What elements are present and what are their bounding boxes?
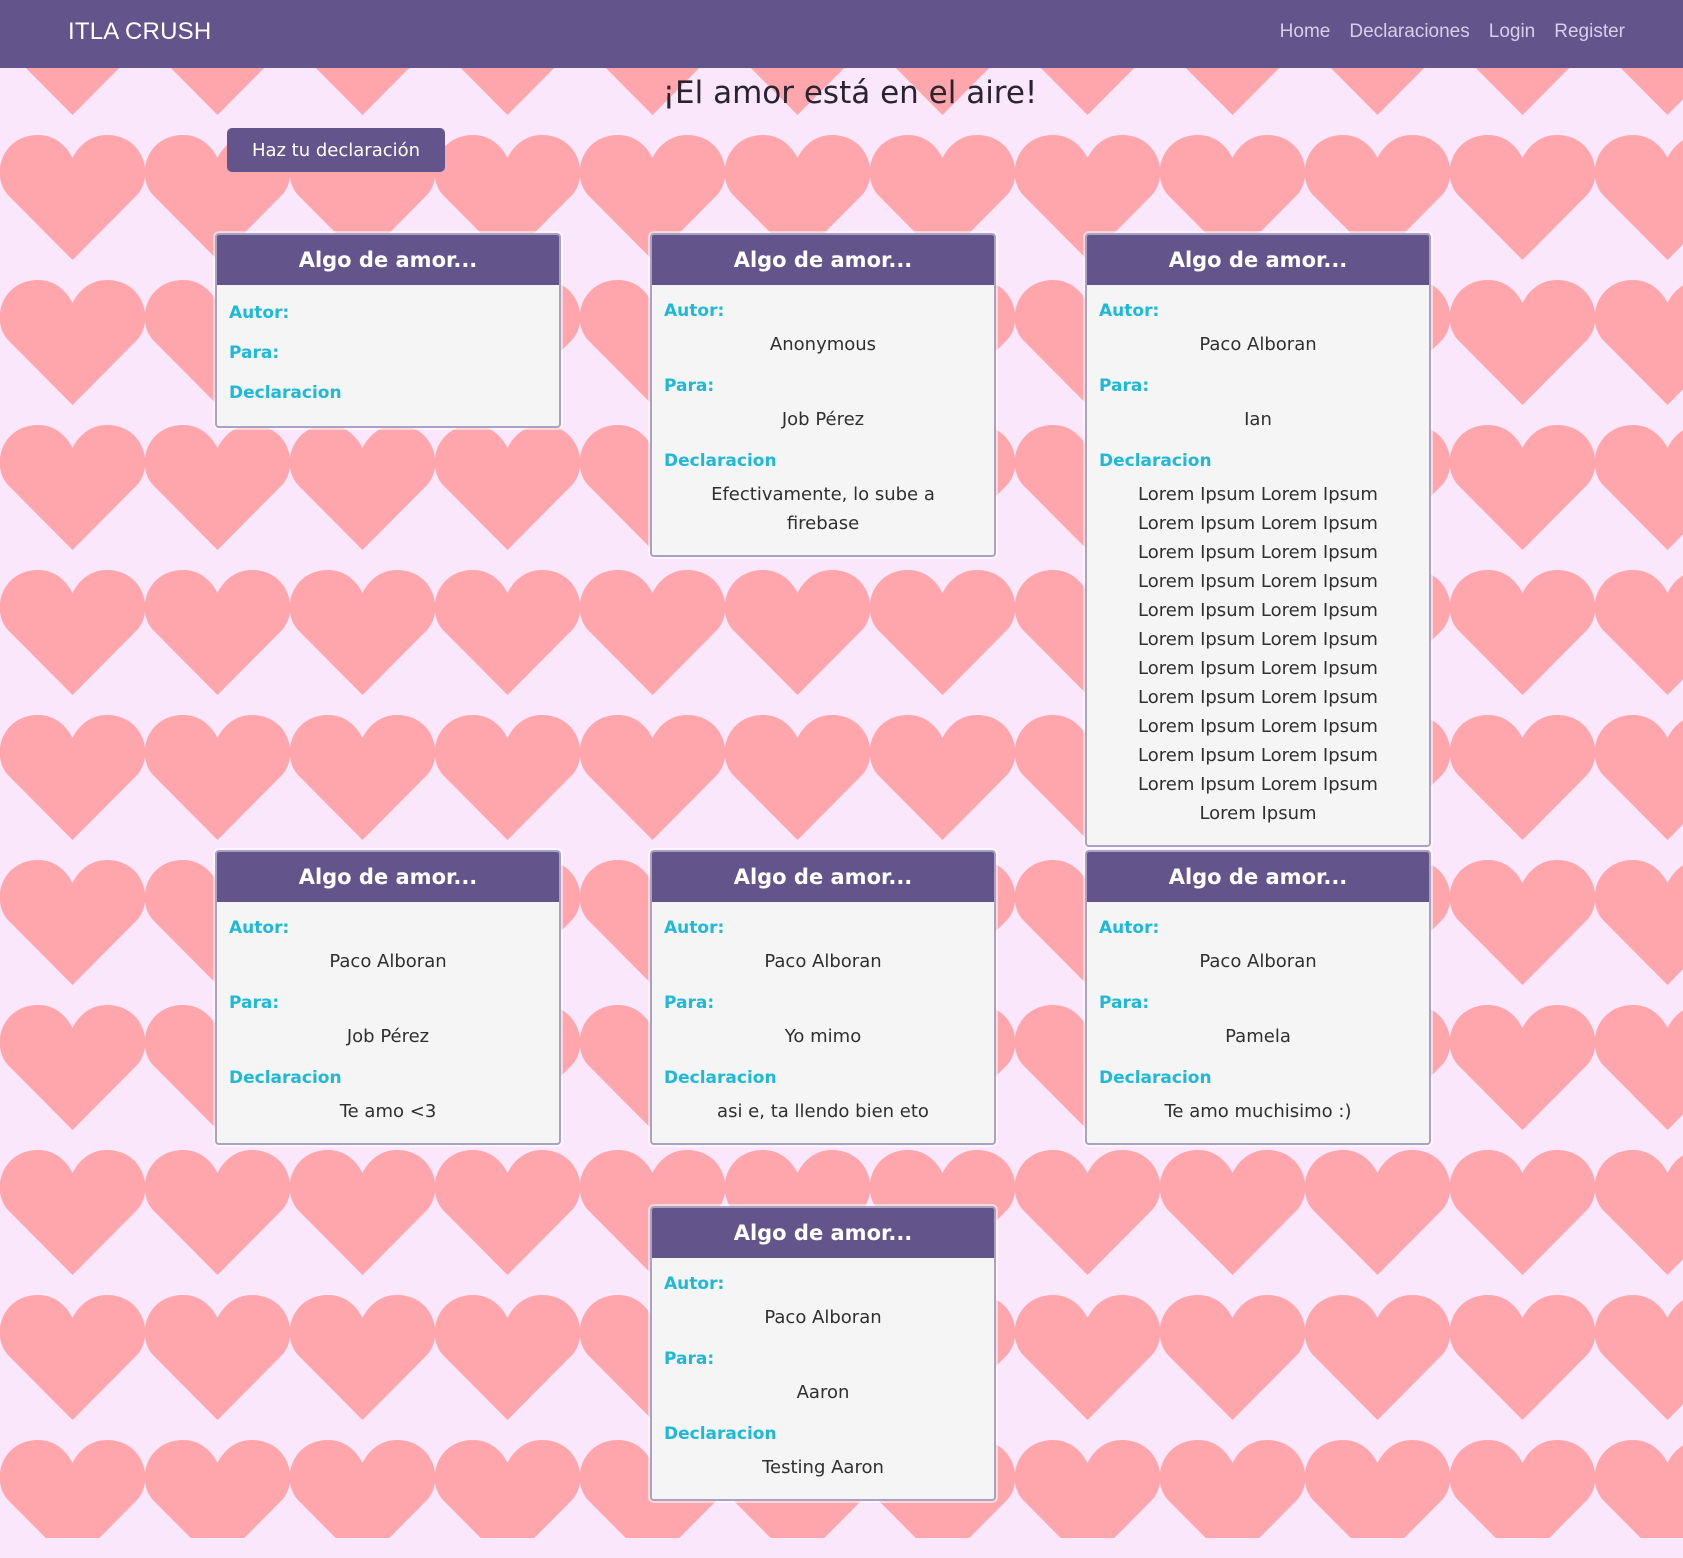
autor-value: Paco Alboran [329, 951, 447, 972]
para-label: Para: [664, 1349, 715, 1369]
declaration-card: Algo de amor... Autor: Paco Alboran Para… [650, 850, 996, 1145]
card-title: Algo de amor... [652, 235, 994, 285]
card-title: Algo de amor... [652, 852, 994, 902]
declaracion-value: Lorem Ipsum Lorem Ipsum Lorem Ipsum Lore… [1138, 484, 1378, 824]
para-label: Para: [664, 376, 715, 396]
autor-value: Paco Alboran [764, 1307, 882, 1328]
card-title: Algo de amor... [652, 1208, 994, 1258]
declaracion-value: Te amo <3 [339, 1101, 437, 1122]
autor-value: Paco Alboran [1199, 951, 1317, 972]
nav-link-register[interactable]: Register [1554, 21, 1625, 43]
para-label: Para: [229, 343, 280, 363]
nav-link-login[interactable]: Login [1489, 21, 1536, 43]
nav-links: Home Declaraciones Login Register [1280, 21, 1625, 43]
para-label: Para: [1099, 993, 1150, 1013]
para-value: Ian [1244, 409, 1272, 430]
page-title: ¡El amor está en el aire! [662, 75, 1038, 111]
para-label: Para: [664, 993, 715, 1013]
autor-value: Paco Alboran [1199, 334, 1317, 355]
card-body: Autor: Paco Alboran Para: Job Pérez Decl… [217, 902, 559, 1143]
autor-value: Paco Alboran [764, 951, 882, 972]
declaration-card: Algo de amor... Autor: Anonymous Para: J… [650, 233, 996, 557]
make-declaration-button[interactable]: Haz tu declaración [227, 128, 445, 172]
declaracion-label: Declaracion [664, 1424, 777, 1444]
declaracion-label: Declaracion [1099, 451, 1212, 471]
declaracion-label: Declaracion [664, 451, 777, 471]
brand-logo[interactable]: ITLA CRUSH [68, 18, 211, 46]
card-body: Autor: Paco Alboran Para: Yo mimo Declar… [652, 902, 994, 1143]
declaracion-label: Declaracion [1099, 1068, 1212, 1088]
declaration-card: Algo de amor... Autor: Paco Alboran Para… [650, 1206, 996, 1501]
card-body: Autor: Anonymous Para: Job Pérez Declara… [652, 285, 994, 555]
card-title: Algo de amor... [217, 235, 559, 285]
card-title: Algo de amor... [217, 852, 559, 902]
card-body: Autor: Paco Alboran Para: Ian Declaracio… [1087, 285, 1429, 845]
nav-link-home[interactable]: Home [1280, 21, 1331, 43]
declaration-card: Algo de amor... Autor: Para: Declaracion [215, 233, 561, 428]
declaracion-value: Te amo muchisimo :) [1164, 1101, 1352, 1122]
declaracion-value: Efectivamente, lo sube a firebase [711, 484, 935, 534]
para-value: Yo mimo [784, 1026, 862, 1047]
card-body: Autor: Paco Alboran Para: Pamela Declara… [1087, 902, 1429, 1143]
autor-label: Autor: [1099, 301, 1160, 321]
declaration-card: Algo de amor... Autor: Paco Alboran Para… [1085, 233, 1431, 847]
card-body: Autor: Para: Declaracion [217, 285, 559, 426]
declaracion-label: Declaracion [664, 1068, 777, 1088]
autor-label: Autor: [664, 918, 725, 938]
declaracion-label: Declaracion [229, 1068, 342, 1088]
nav-link-declaraciones[interactable]: Declaraciones [1349, 21, 1469, 43]
autor-label: Autor: [664, 301, 725, 321]
autor-label: Autor: [229, 918, 290, 938]
para-label: Para: [1099, 376, 1150, 396]
para-value: Job Pérez [346, 1026, 430, 1047]
para-label: Para: [229, 993, 280, 1013]
card-title: Algo de amor... [1087, 852, 1429, 902]
para-value: Pamela [1225, 1026, 1291, 1047]
autor-label: Autor: [1099, 918, 1160, 938]
card-body: Autor: Paco Alboran Para: Aaron Declarac… [652, 1258, 994, 1499]
declaracion-label: Declaracion [229, 383, 342, 403]
autor-value: Anonymous [769, 334, 877, 355]
top-navbar: ITLA CRUSH Home Declaraciones Login Regi… [0, 0, 1683, 68]
autor-label: Autor: [664, 1274, 725, 1294]
autor-label: Autor: [229, 303, 290, 323]
card-title: Algo de amor... [1087, 235, 1429, 285]
para-value: Job Pérez [781, 409, 865, 430]
declaracion-value: asi e, ta llendo bien eto [717, 1101, 929, 1122]
para-value: Aaron [796, 1382, 850, 1403]
declaration-card: Algo de amor... Autor: Paco Alboran Para… [215, 850, 561, 1145]
declaracion-value: Testing Aaron [762, 1457, 884, 1478]
declaration-card: Algo de amor... Autor: Paco Alboran Para… [1085, 850, 1431, 1145]
